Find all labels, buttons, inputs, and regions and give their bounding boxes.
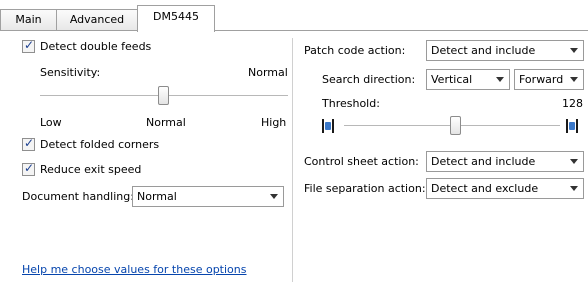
threshold-light-icon — [322, 119, 335, 133]
detect-double-feeds-label: Detect double feeds — [40, 40, 152, 53]
file-separation-action-value: Detect and exclude — [431, 182, 539, 195]
tab-strip: Main Advanced DM5445 — [0, 0, 588, 32]
help-link[interactable]: Help me choose values for these options — [22, 263, 247, 276]
sensitivity-value: Normal — [248, 66, 288, 79]
document-handling-label: Document handling: — [22, 190, 134, 203]
search-order-value: Forward — [519, 73, 564, 86]
sensitivity-slider-thumb[interactable] — [158, 86, 169, 105]
control-sheet-action-select[interactable]: Detect and include — [426, 151, 584, 172]
patch-code-action-value: Detect and include — [431, 44, 536, 57]
control-sheet-action-label: Control sheet action: — [304, 155, 419, 168]
chevron-down-icon — [496, 77, 504, 82]
search-direction-value: Vertical — [431, 73, 473, 86]
detect-folded-corners-label: Detect folded corners — [40, 138, 160, 151]
reduce-exit-speed-label: Reduce exit speed — [40, 163, 142, 176]
chevron-down-icon — [570, 159, 578, 164]
chevron-down-icon — [270, 194, 278, 199]
sensitivity-normal-label: Normal — [146, 116, 186, 129]
document-handling-value: Normal — [137, 190, 177, 203]
detect-double-feeds-checkbox[interactable] — [22, 38, 35, 53]
search-direction-label: Search direction: — [322, 73, 416, 86]
tab-main[interactable]: Main — [0, 9, 57, 30]
threshold-value: 128 — [562, 97, 583, 110]
document-handling-select[interactable]: Normal — [132, 186, 284, 207]
file-separation-action-label: File separation action: — [304, 182, 426, 195]
file-separation-action-select[interactable]: Detect and exclude — [426, 178, 584, 199]
chevron-down-icon — [570, 77, 578, 82]
threshold-slider-thumb[interactable] — [450, 116, 461, 135]
sensitivity-label: Sensitivity: — [40, 66, 101, 79]
search-order-select[interactable]: Forward — [514, 69, 584, 90]
control-sheet-action-value: Detect and include — [431, 155, 536, 168]
sensitivity-low-label: Low — [40, 116, 62, 129]
search-direction-select[interactable]: Vertical — [426, 69, 510, 90]
chevron-down-icon — [570, 186, 578, 191]
patch-code-action-select[interactable]: Detect and include — [426, 40, 584, 61]
detect-folded-corners-checkbox[interactable] — [22, 136, 35, 151]
reduce-exit-speed-checkbox[interactable] — [22, 161, 35, 176]
column-divider — [292, 38, 293, 282]
tab-dm5445[interactable]: DM5445 — [137, 5, 215, 32]
threshold-label: Threshold: — [322, 97, 380, 110]
sensitivity-high-label: High — [261, 116, 287, 129]
chevron-down-icon — [570, 48, 578, 53]
threshold-dark-icon — [566, 119, 579, 133]
tab-advanced[interactable]: Advanced — [56, 9, 138, 30]
patch-code-action-label: Patch code action: — [304, 44, 406, 57]
